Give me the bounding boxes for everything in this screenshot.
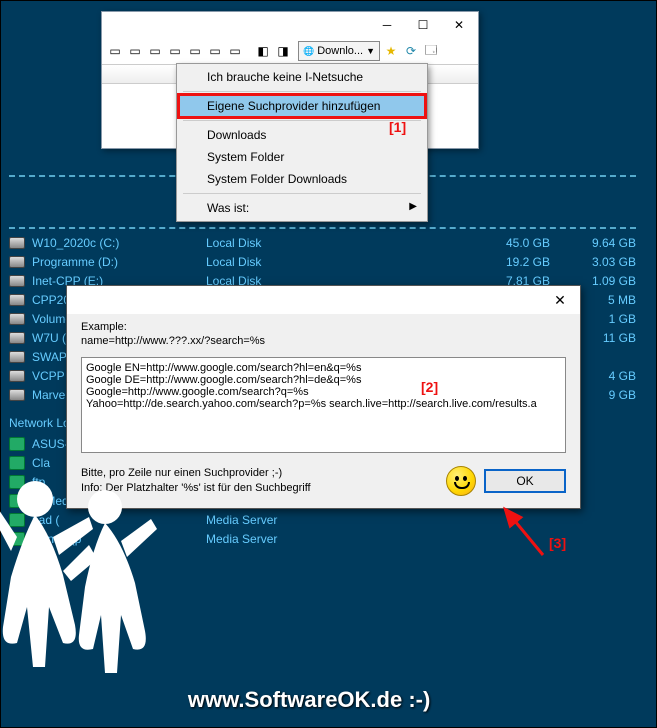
network-type: Media Server <box>206 532 277 546</box>
drive-icon <box>9 351 25 363</box>
drive-row[interactable]: Programme (D:) Local Disk 19.2 GB 3.03 GB <box>9 252 644 271</box>
network-item[interactable]: Nenad (p Media Server <box>9 529 277 548</box>
toolbar-icon[interactable]: ◧ <box>254 42 272 60</box>
toolbar-icon[interactable]: ▭ <box>126 42 144 60</box>
drive-name: Programme (D:) <box>32 255 202 269</box>
network-name: nad ( <box>32 513 202 527</box>
drive-size-total: 19.2 GB <box>460 255 550 269</box>
drive-icon <box>9 389 25 401</box>
annotation-marker-3: [3] <box>549 535 566 551</box>
drive-icon <box>9 275 25 287</box>
drive-icon <box>9 256 25 268</box>
example-line: name=http://www.???.xx/?search=%s <box>81 334 566 348</box>
brand-bottom-text: www.SoftwareOK.de :-) <box>188 687 430 713</box>
close-button[interactable]: ✕ <box>442 15 476 35</box>
menu-separator <box>183 193 421 194</box>
toolbar-icon[interactable]: ⟳ <box>402 42 420 60</box>
network-icon <box>9 456 25 470</box>
network-icon <box>9 532 25 546</box>
drive-icon <box>9 237 25 249</box>
drive-icon <box>9 294 25 306</box>
inet-icon: 🌐 <box>303 46 314 57</box>
toolbar-icon[interactable]: ▭ <box>186 42 204 60</box>
dialog-info: Bitte, pro Zeile nur einen Suchprovider … <box>81 466 438 495</box>
menu-separator <box>183 120 421 121</box>
example-label: Example: <box>81 320 566 334</box>
network-name: Nenad (p <box>32 532 202 546</box>
example-text: Example: name=http://www.???.xx/?search=… <box>81 320 566 349</box>
drive-type: Local Disk <box>206 255 456 269</box>
toolbar-icon[interactable]: ▭ <box>106 42 124 60</box>
toolbar-icon[interactable]: ▭ <box>206 42 224 60</box>
divider <box>9 227 636 229</box>
smiley-icon <box>446 466 476 496</box>
annotation-marker-1: [1] <box>389 119 406 135</box>
menu-item-system-folder[interactable]: System Folder <box>179 146 425 168</box>
drive-name: W10_2020c (C:) <box>32 236 202 250</box>
menu-item-no-search[interactable]: Ich brauche keine I-Netsuche <box>179 66 425 88</box>
inet-search-dropdown[interactable]: 🌐 Downlo... ▼ <box>298 41 380 61</box>
drive-size-total: 45.0 GB <box>460 236 550 250</box>
search-provider-dialog: ✕ Example: name=http://www.???.xx/?searc… <box>66 285 581 509</box>
ok-button[interactable]: OK <box>484 469 566 493</box>
submenu-arrow-icon: ▶ <box>409 201 417 212</box>
annotation-marker-2: [2] <box>421 379 438 395</box>
dialog-titlebar: ✕ <box>67 286 580 314</box>
network-icon <box>9 513 25 527</box>
toolbar-icon[interactable]: ▭ <box>166 42 184 60</box>
drive-row[interactable]: W10_2020c (C:) Local Disk 45.0 GB 9.64 GB <box>9 233 644 252</box>
dialog-close-button[interactable]: ✕ <box>540 288 580 312</box>
minimize-button[interactable]: ─ <box>370 15 404 35</box>
dialog-info-line1: Bitte, pro Zeile nur einen Suchprovider … <box>81 466 438 480</box>
menu-separator <box>183 91 421 92</box>
drive-size-free: 9.64 GB <box>554 236 644 250</box>
drive-icon <box>9 332 25 344</box>
network-icon <box>9 475 25 489</box>
toolbar-icon[interactable]: ◨ <box>274 42 292 60</box>
toolbar-icon[interactable]: ▭ <box>226 42 244 60</box>
toolbar-icon[interactable]: ▭ <box>146 42 164 60</box>
network-type: Media Server <box>206 513 277 527</box>
chevron-down-icon: ▼ <box>366 46 375 56</box>
drive-type: Local Disk <box>206 236 456 250</box>
maximize-button[interactable]: ☐ <box>406 15 440 35</box>
menu-item-system-folder-downloads[interactable]: System Folder Downloads <box>179 168 425 190</box>
toolbar-icon[interactable]: 🗔 <box>422 42 440 60</box>
network-item[interactable]: nad ( Media Server <box>9 510 277 529</box>
menu-item-was-ist[interactable]: Was ist: ▶ <box>179 197 425 219</box>
drive-icon <box>9 370 25 382</box>
menu-item-add-provider[interactable]: Eigene Suchprovider hinzufügen <box>179 95 425 117</box>
favorite-icon[interactable]: ★ <box>382 42 400 60</box>
inet-dropdown-menu: Ich brauche keine I-Netsuche Eigene Such… <box>176 63 428 222</box>
network-icon <box>9 437 25 451</box>
annotation-arrow <box>491 501 551 561</box>
drive-size-free: 3.03 GB <box>554 255 644 269</box>
network-icon <box>9 494 25 508</box>
providers-textarea[interactable] <box>81 357 566 453</box>
toolbar: ▭ ▭ ▭ ▭ ▭ ▭ ▭ ◧ ◨ 🌐 Downlo... ▼ ★ ⟳ 🗔 <box>102 38 478 64</box>
menu-item-label: Was ist: <box>207 201 249 215</box>
inet-label: Downlo... <box>317 45 363 57</box>
drive-icon <box>9 313 25 325</box>
window-titlebar: ─ ☐ ✕ <box>102 12 478 38</box>
dialog-info-line2: Info: Der Platzhalter '%s' ist für den S… <box>81 481 438 495</box>
